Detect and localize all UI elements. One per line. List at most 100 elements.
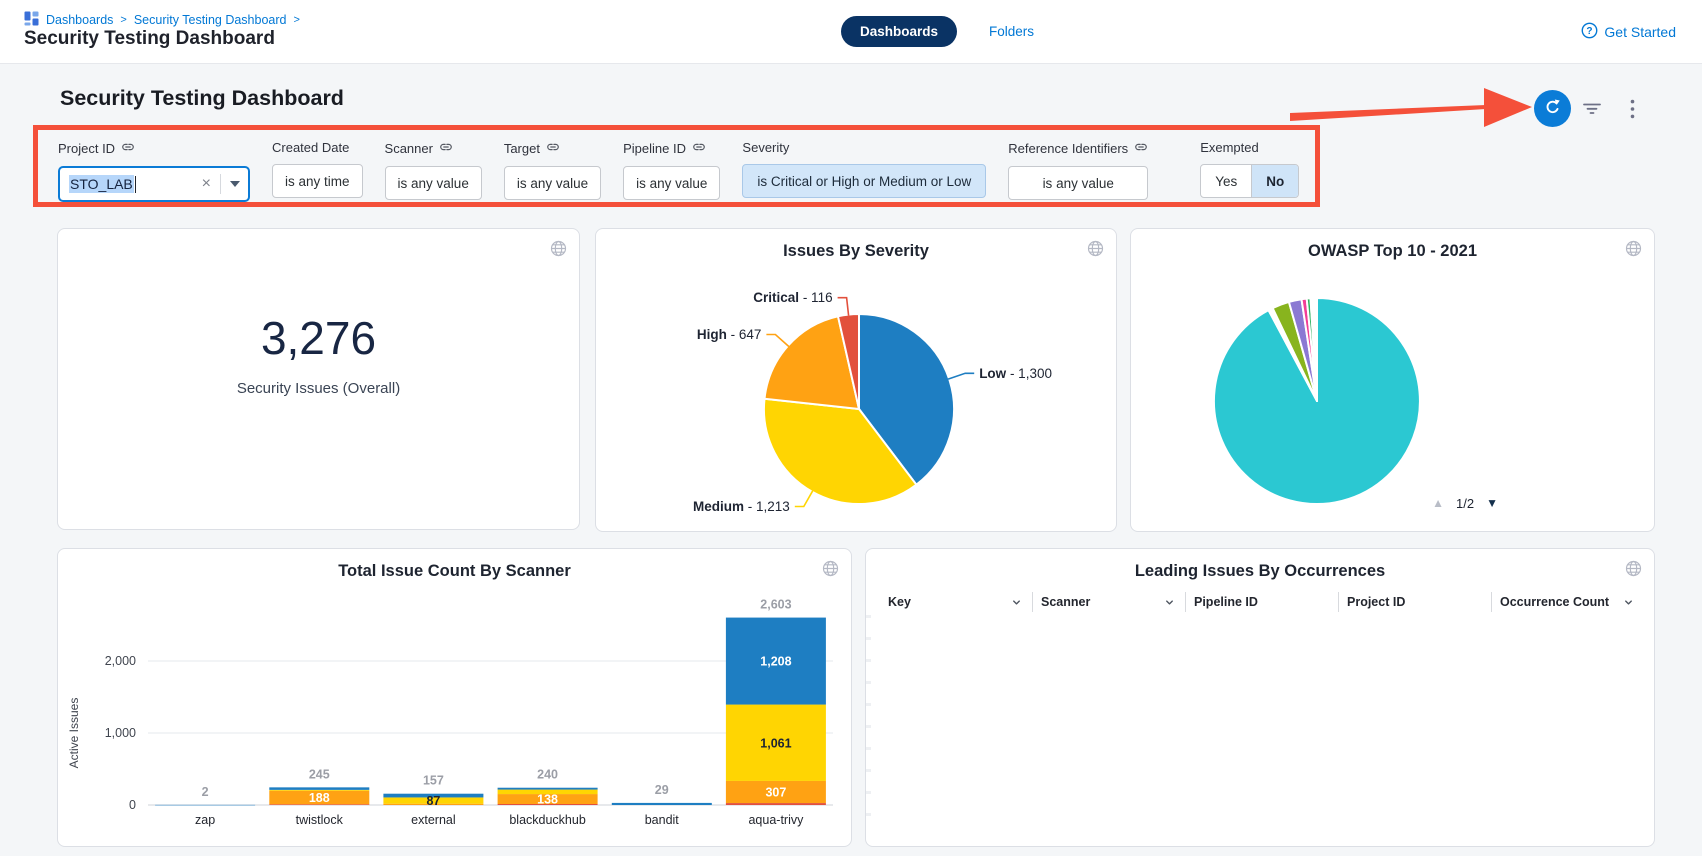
reference-identifiers-value-button[interactable]: is any value — [1008, 166, 1148, 200]
svg-text:87: 87 — [426, 794, 440, 808]
filter-target-label: Target — [504, 141, 540, 156]
more-options-button[interactable] — [1628, 97, 1637, 124]
svg-text:Low - 1,300: Low - 1,300 — [979, 366, 1052, 381]
table-header-row: KeyScannerPipeline IDProject IDOccurrenc… — [880, 589, 1644, 615]
top-header: Dashboards > Security Testing Dashboard … — [0, 0, 1702, 64]
severity-value-button[interactable]: is Critical or High or Medium or Low — [742, 164, 986, 198]
sort-chevron-icon[interactable] — [1011, 597, 1022, 608]
svg-text:aqua-trivy: aqua-trivy — [748, 813, 804, 827]
kpi-value: 3,276 — [261, 313, 376, 363]
table-row-tick-marks — [866, 615, 871, 834]
annotation-red-arrow — [1288, 84, 1540, 132]
svg-text:blackduckhub: blackduckhub — [509, 813, 585, 827]
explore-globe-icon[interactable] — [550, 240, 567, 257]
svg-text:twistlock: twistlock — [296, 813, 344, 827]
filter-icon — [1582, 104, 1602, 119]
breadcrumb: Dashboards > Security Testing Dashboard … — [24, 11, 300, 29]
sort-chevron-icon[interactable] — [1164, 597, 1175, 608]
chevron-down-icon[interactable] — [230, 181, 240, 187]
issues-by-severity-card: Issues By Severity Low - 1,300Medium - 1… — [595, 228, 1117, 532]
svg-text:307: 307 — [765, 786, 786, 800]
target-value-button[interactable]: is any value — [504, 166, 601, 200]
sort-chevron-icon[interactable] — [1623, 597, 1634, 608]
filter-created-date-label: Created Date — [272, 140, 349, 155]
column-header-pipeline-id[interactable]: Pipeline ID — [1185, 592, 1338, 612]
svg-text:1,000: 1,000 — [105, 726, 136, 740]
svg-text:138: 138 — [537, 793, 558, 807]
svg-text:240: 240 — [537, 768, 558, 782]
svg-text:bandit: bandit — [645, 813, 680, 827]
link-icon — [1134, 140, 1148, 157]
breadcrumb-security-testing-dashboard[interactable]: Security Testing Dashboard — [134, 13, 287, 27]
column-header-key[interactable]: Key — [880, 592, 1032, 612]
filter-button[interactable] — [1580, 99, 1604, 121]
filter-severity: Severity is Critical or High or Medium o… — [742, 140, 986, 198]
tab-folders[interactable]: Folders — [983, 23, 1040, 40]
svg-text:245: 245 — [309, 767, 330, 781]
svg-text:2,000: 2,000 — [105, 654, 136, 668]
svg-text:188: 188 — [309, 791, 330, 805]
svg-text:2,603: 2,603 — [760, 598, 791, 612]
get-started-link[interactable]: ? Get Started — [1581, 22, 1676, 42]
security-testing-dashboard-page: Dashboards > Security Testing Dashboard … — [0, 0, 1702, 856]
svg-text:29: 29 — [655, 783, 669, 797]
kebab-menu-icon — [1630, 107, 1635, 122]
scanner-value-button[interactable]: is any value — [385, 166, 482, 200]
tab-dashboards[interactable]: Dashboards — [841, 16, 957, 47]
owasp-pagination: ▲ 1/2 ▼ — [1426, 495, 1504, 511]
link-icon — [439, 140, 453, 157]
filter-reference-identifiers: Reference Identifiers is any value — [1008, 140, 1148, 200]
page-title: Security Testing Dashboard — [24, 28, 275, 50]
column-header-occurrence-count[interactable]: Occurrence Count — [1491, 592, 1644, 612]
leading-issues-title: Leading Issues By Occurrences — [866, 562, 1654, 581]
svg-text:High - 647: High - 647 — [697, 327, 762, 342]
link-icon — [692, 140, 706, 157]
dashboards-grid-icon — [24, 11, 39, 29]
filter-reference-identifiers-label: Reference Identifiers — [1008, 141, 1128, 156]
filter-target: Target is any value — [504, 140, 601, 200]
owasp-top-10-pie-chart[interactable] — [1131, 229, 1654, 531]
kpi-label: Security Issues (Overall) — [237, 380, 400, 397]
project-id-select[interactable]: STO_LAB × — [58, 166, 250, 202]
svg-text:2: 2 — [202, 785, 209, 799]
security-issues-overall-card: 3,276 Security Issues (Overall) — [57, 228, 580, 530]
exempted-no-option[interactable]: No — [1251, 165, 1298, 197]
pagination-up-arrow[interactable]: ▲ — [1426, 495, 1450, 511]
svg-text:?: ? — [1587, 26, 1593, 37]
refresh-button[interactable] — [1534, 90, 1571, 127]
dashboard-title: Security Testing Dashboard — [60, 86, 344, 111]
column-header-project-id[interactable]: Project ID — [1338, 592, 1491, 612]
exempted-yes-option[interactable]: Yes — [1201, 165, 1251, 197]
refresh-icon — [1543, 98, 1562, 120]
link-icon — [121, 140, 135, 157]
pagination-down-arrow[interactable]: ▼ — [1480, 495, 1504, 511]
issues-by-severity-pie-chart[interactable]: Low - 1,300Medium - 1,213High - 647Criti… — [596, 229, 1116, 531]
svg-text:Critical - 116: Critical - 116 — [753, 290, 832, 305]
created-date-value-button[interactable]: is any time — [272, 164, 363, 198]
filter-project-id: Project ID STO_LAB × — [58, 140, 250, 202]
filter-scanner: Scanner is any value — [385, 140, 482, 200]
svg-text:Active Issues: Active Issues — [67, 698, 81, 769]
pagination-page-indicator: 1/2 — [1456, 496, 1474, 511]
total-issue-count-by-scanner-card: Total Issue Count By Scanner 01,0002,000… — [57, 548, 852, 847]
breadcrumb-separator: > — [293, 14, 299, 26]
filter-pipeline-id: Pipeline ID is any value — [623, 140, 720, 200]
clear-x-icon[interactable]: × — [202, 176, 211, 192]
get-started-label: Get Started — [1604, 24, 1676, 40]
divider — [220, 174, 221, 194]
view-tabs: Dashboards Folders — [841, 16, 1040, 47]
column-header-scanner[interactable]: Scanner — [1032, 592, 1185, 612]
leading-issues-by-occurrences-card: Leading Issues By Occurrences KeyScanner… — [865, 548, 1655, 847]
svg-text:1,208: 1,208 — [760, 655, 791, 669]
filter-exempted: Exempted Yes No — [1200, 140, 1299, 198]
filter-severity-label: Severity — [742, 140, 789, 155]
total-issue-count-bar-chart[interactable]: 0 1,000 2,000 Active Issues 2 zap 245 twistlock… — [58, 549, 851, 846]
svg-text:zap: zap — [195, 813, 215, 827]
project-id-value: STO_LAB — [69, 175, 134, 193]
pipeline-id-value-button[interactable]: is any value — [623, 166, 720, 200]
filter-bar: Project ID STO_LAB × Created Date is any… — [58, 140, 1299, 202]
svg-text:1,061: 1,061 — [760, 736, 791, 750]
breadcrumb-dashboards[interactable]: Dashboards — [46, 13, 113, 27]
explore-globe-icon[interactable] — [1625, 560, 1642, 577]
svg-text:0: 0 — [129, 798, 136, 812]
